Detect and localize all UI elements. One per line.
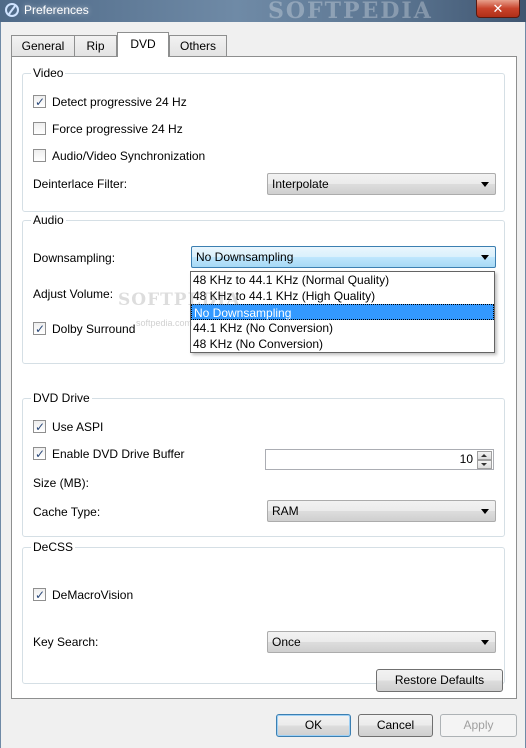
enable-buffer-checkbox[interactable]: [33, 445, 46, 463]
av-sync-checkbox[interactable]: [33, 149, 46, 162]
app-icon: [5, 3, 19, 17]
force-progressive-checkbox[interactable]: [33, 122, 46, 135]
key-search-label: Key Search:: [33, 635, 99, 649]
demacrovision-label: DeMacroVision: [52, 588, 134, 602]
downsampling-label: Downsampling:: [33, 251, 116, 265]
use-aspi-option[interactable]: Use ASPI: [33, 418, 103, 436]
dropdown-option[interactable]: 48 KHz to 44.1 KHz (Normal Quality): [191, 272, 494, 288]
downsampling-select[interactable]: No Downsampling: [191, 246, 496, 268]
chevron-down-icon: [481, 640, 489, 645]
chevron-down-icon: [481, 509, 489, 514]
window-title: Preferences: [24, 3, 89, 17]
cache-type-select[interactable]: RAM: [267, 500, 496, 522]
adjust-volume-label: Adjust Volume:: [33, 287, 114, 301]
use-aspi-checkbox[interactable]: [33, 418, 46, 436]
tab-general[interactable]: General: [11, 35, 75, 56]
size-spinner[interactable]: 10: [265, 449, 494, 470]
enable-buffer-option[interactable]: Enable DVD Drive Buffer: [33, 445, 185, 463]
detect-progressive-option[interactable]: Detect progressive 24 Hz: [33, 93, 187, 111]
deinterlace-label: Deinterlace Filter:: [33, 177, 128, 191]
cache-type-label: Cache Type:: [33, 505, 101, 519]
restore-defaults-button[interactable]: Restore Defaults: [376, 669, 503, 692]
dvd-drive-legend: DVD Drive: [31, 391, 92, 405]
demacrovision-checkbox[interactable]: [33, 586, 46, 604]
title-bar: Preferences SOFTPEDIA ✕: [0, 0, 526, 24]
enable-buffer-label: Enable DVD Drive Buffer: [52, 447, 185, 461]
spin-up-icon[interactable]: [477, 451, 492, 460]
force-progressive-option[interactable]: Force progressive 24 Hz: [33, 120, 183, 138]
force-progressive-label: Force progressive 24 Hz: [52, 122, 183, 136]
watermark: SOFTPEDIA: [268, 0, 433, 24]
watermark-url: softpedia.com: [136, 318, 193, 328]
preferences-window: General Rip DVD Others Video Detect prog…: [0, 22, 526, 748]
dolby-surround-checkbox[interactable]: [33, 320, 46, 338]
video-legend: Video: [31, 66, 66, 80]
tab-dvd[interactable]: DVD: [117, 32, 169, 57]
dolby-surround-option[interactable]: Dolby Surround: [33, 320, 135, 338]
chevron-down-icon: [481, 182, 489, 187]
av-sync-option[interactable]: Audio/Video Synchronization: [33, 147, 205, 165]
key-search-select[interactable]: Once: [267, 631, 496, 653]
downsampling-value: No Downsampling: [196, 250, 294, 264]
spin-down-icon[interactable]: [477, 460, 492, 469]
cache-type-value: RAM: [272, 504, 299, 518]
deinterlace-value: Interpolate: [272, 177, 329, 191]
key-search-value: Once: [272, 635, 301, 649]
tab-others[interactable]: Others: [169, 35, 227, 56]
use-aspi-label: Use ASPI: [52, 420, 104, 434]
detect-progressive-checkbox[interactable]: [33, 93, 46, 111]
dolby-surround-label: Dolby Surround: [52, 322, 136, 336]
dropdown-option[interactable]: 44.1 KHz (No Conversion): [191, 320, 494, 336]
downsampling-dropdown-list: 48 KHz to 44.1 KHz (Normal Quality) 48 K…: [190, 271, 495, 353]
decss-group: DeCSS DeMacroVision Key Search: Once: [22, 540, 505, 684]
close-button[interactable]: ✕: [476, 0, 520, 18]
dvd-tab-panel: Video Detect progressive 24 Hz Force pro…: [11, 56, 517, 699]
close-icon: ✕: [492, 1, 504, 16]
av-sync-label: Audio/Video Synchronization: [52, 149, 206, 163]
ok-button[interactable]: OK: [276, 714, 351, 737]
deinterlace-select[interactable]: Interpolate: [267, 173, 496, 195]
demacrovision-option[interactable]: DeMacroVision: [33, 586, 133, 604]
watermark-overlay: SOFTPEDIA: [118, 290, 241, 310]
dropdown-option[interactable]: 48 KHz (No Conversion): [191, 336, 494, 352]
size-value[interactable]: 10: [460, 452, 473, 466]
detect-progressive-label: Detect progressive 24 Hz: [52, 95, 187, 109]
chevron-down-icon: [481, 255, 489, 260]
decss-legend: DeCSS: [31, 540, 76, 554]
size-label: Size (MB):: [33, 476, 90, 490]
audio-legend: Audio: [31, 213, 66, 227]
cancel-button[interactable]: Cancel: [358, 714, 433, 737]
apply-button[interactable]: Apply: [440, 714, 517, 737]
tab-rip[interactable]: Rip: [74, 35, 117, 56]
video-group: Video Detect progressive 24 Hz Force pro…: [22, 66, 505, 212]
